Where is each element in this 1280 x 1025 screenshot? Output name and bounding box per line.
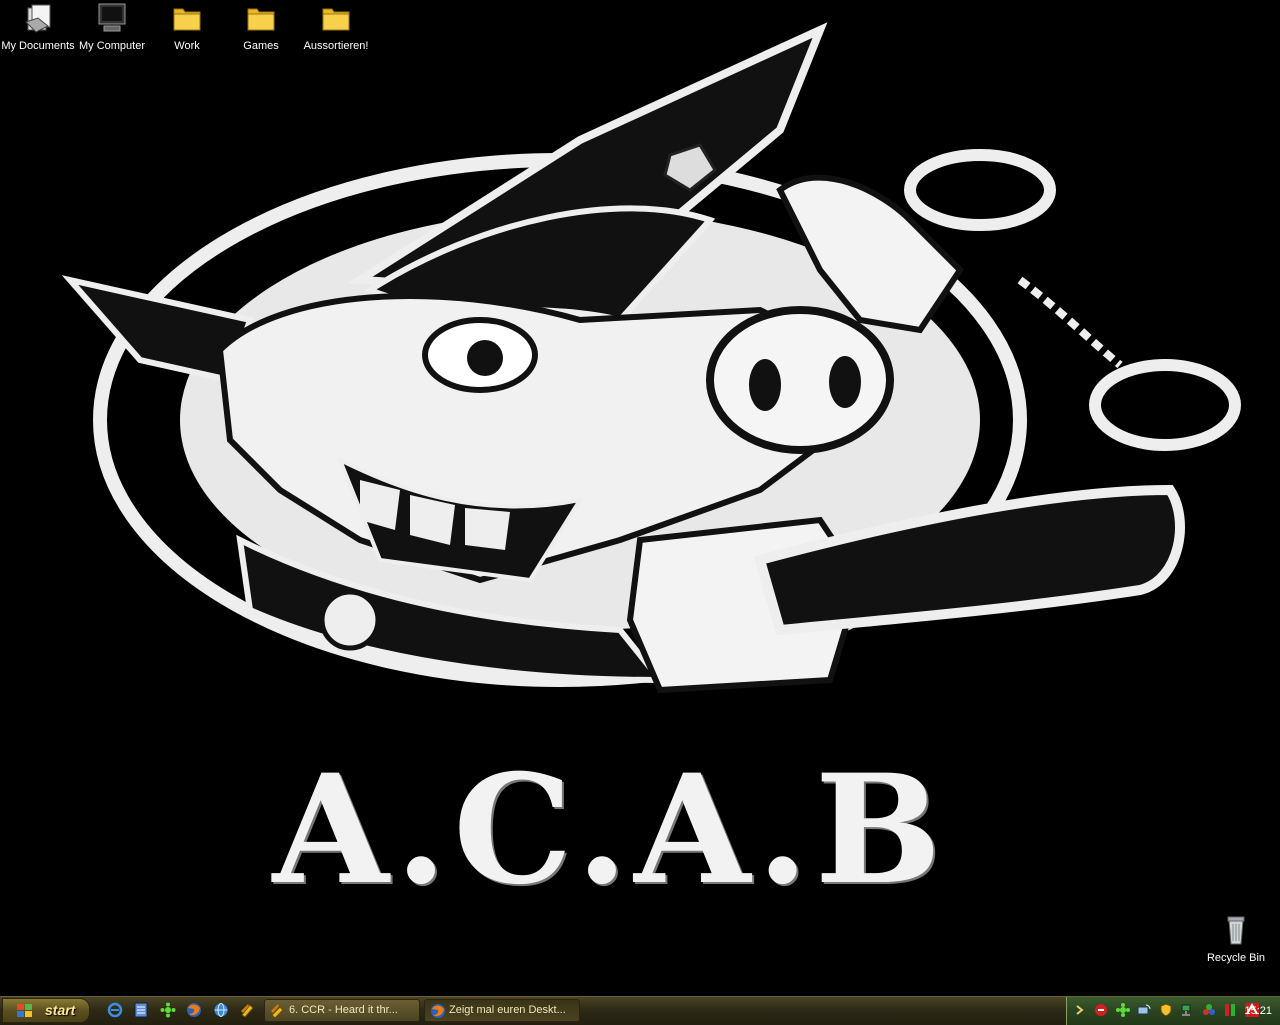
my-computer-icon [98,3,126,32]
desktop-icon-label: My Computer [78,40,146,52]
my-documents-icon [25,4,51,33]
folder-icon [322,8,350,31]
taskbar-button-label: Zeigt mal euren Deskt... [449,1004,566,1016]
firefox-icon[interactable] [186,1002,202,1018]
media-player-icon [271,1004,284,1019]
ie-icon[interactable] [107,1002,123,1018]
antivirus-icon[interactable] [1094,1003,1108,1017]
winamp-icon[interactable] [160,1002,176,1018]
desktop-icon-label: Aussortieren! [303,40,369,52]
folder-icon [173,8,201,31]
desktop-icon-label: Games [243,40,279,52]
system-tray: 15:21 [1066,997,1280,1025]
firefox-icon [431,1004,445,1018]
volume-meter-icon[interactable] [1223,1003,1237,1017]
desktop-icon-label: Recycle Bin [1206,952,1266,964]
quick-launch-bar [104,1000,258,1022]
desktop-icon-recycle-bin[interactable]: Recycle Bin [1198,912,1274,968]
desktop-icon-aussortieren[interactable]: Aussortieren! [298,0,374,56]
show-hidden-icons-icon[interactable] [1073,1003,1087,1017]
wallpaper-text: A.C.A.B [272,742,948,918]
desktop-icon-label: My Documents [1,40,75,52]
desktop-icon-my-computer[interactable]: My Computer [74,0,150,56]
clock[interactable]: 15:21 [1244,997,1272,1025]
device-icon[interactable] [1202,1003,1216,1017]
taskbar-button-label: 6. CCR - Heard it thr... [289,1004,398,1016]
desktop[interactable]: A.C.A.B My Documents My Computer Work Ga… [0,0,1280,996]
windows-logo-icon [17,1004,32,1017]
winamp-tray-icon[interactable] [1115,1003,1130,1017]
winrar-icon[interactable] [239,1002,255,1018]
network-icon[interactable] [213,1002,229,1018]
folder-icon [247,8,275,31]
desktop-icon-work[interactable]: Work [149,0,225,56]
notepad-icon[interactable] [133,1002,149,1018]
desktop-icon-games[interactable]: Games [223,0,299,56]
desktop-icon-label: Work [174,40,200,52]
taskbar-button-firefox[interactable]: Zeigt mal euren Deskt... [424,999,580,1022]
taskbar: start 6. CCR - Heard it thr... Zeigt mal… [0,996,1280,1025]
recycle-bin-icon [1227,916,1245,945]
start-button[interactable]: start [2,998,90,1023]
security-shield-icon[interactable] [1159,1003,1173,1017]
wallpaper-illustration [61,22,1241,694]
start-label: start [45,1002,76,1018]
taskbar-button-media-player[interactable]: 6. CCR - Heard it thr... [264,999,420,1022]
wireless-network-icon[interactable] [1137,1003,1151,1017]
network-connection-icon[interactable] [1180,1003,1194,1017]
desktop-icon-my-documents[interactable]: My Documents [0,0,76,56]
